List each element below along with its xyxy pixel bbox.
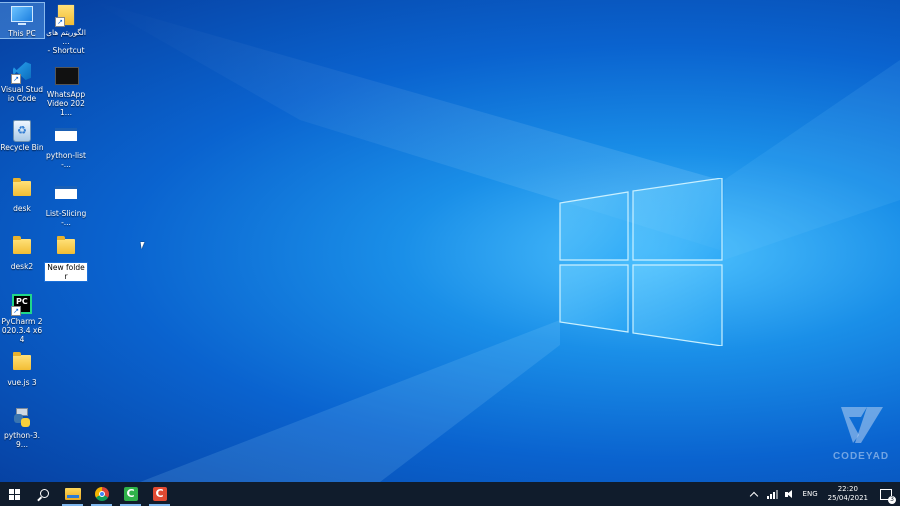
search-button[interactable] xyxy=(29,482,58,506)
chrome-icon xyxy=(94,487,109,501)
language-indicator[interactable]: ENG xyxy=(799,490,822,498)
shortcut-arrow-icon: ↗ xyxy=(55,17,65,27)
icon-label: PyCharm 2020.3.4 x64 xyxy=(1,317,43,344)
clock-time: 22:20 xyxy=(837,485,858,493)
network-icon[interactable] xyxy=(766,489,778,499)
desktop-icon-vuejs[interactable]: vue.js 3 xyxy=(0,350,44,387)
codeyad-watermark: CODEYAD xyxy=(830,405,892,462)
desktop-icon-this-pc[interactable]: This PC xyxy=(0,2,45,39)
icon-label: vue.js 3 xyxy=(7,378,37,387)
desktop-icon-python-installer[interactable]: python-3.9... xyxy=(0,406,44,449)
desktop-icon-python-list[interactable]: python-list-... xyxy=(44,122,88,169)
icon-label: This PC xyxy=(8,29,36,38)
taskbar-camtasia[interactable]: C xyxy=(116,482,145,506)
icon-label: desk2 xyxy=(10,262,34,271)
icon-label: desk xyxy=(13,204,31,213)
shortcut-arrow-icon: ↗ xyxy=(11,306,21,316)
file-explorer-icon xyxy=(64,488,81,500)
volume-icon[interactable] xyxy=(784,489,795,499)
desktop-icon-recycle-bin[interactable]: ♻ Recycle Bin xyxy=(0,118,44,152)
icon-label: WhatsApp Video 2021... xyxy=(46,90,86,117)
camtasia-recorder-icon: C xyxy=(152,487,167,501)
computer-icon xyxy=(11,6,33,25)
taskbar-camtasia-recorder[interactable]: C xyxy=(145,482,174,506)
taskbar-file-explorer[interactable] xyxy=(58,482,87,506)
chevron-up-icon[interactable] xyxy=(749,491,758,500)
camtasia-icon: C xyxy=(123,487,138,501)
desktop-icon-desk[interactable]: desk xyxy=(0,176,44,213)
start-button[interactable] xyxy=(0,482,29,506)
desktop-icon-desk2[interactable]: desk2 xyxy=(0,234,44,271)
desktop-icon-whatsapp-video[interactable]: WhatsApp Video 2021... xyxy=(44,64,88,117)
icon-label: Visual Studio Code xyxy=(1,85,43,103)
video-file-icon xyxy=(55,67,79,85)
clock[interactable]: 22:20 25/04/2021 xyxy=(822,485,874,503)
clock-date: 25/04/2021 xyxy=(827,494,868,502)
windows-wallpaper-logo xyxy=(559,178,723,346)
icon-label: python-list-... xyxy=(46,151,86,169)
mouse-cursor-icon xyxy=(140,242,146,249)
system-tray: ENG 22:20 25/04/2021 3 xyxy=(745,482,900,506)
desktop-icon-algorithms-shortcut[interactable]: ↗ الگوریتم های ... - Shortcut xyxy=(44,3,88,55)
desktop-icon-new-folder[interactable]: New folder xyxy=(44,234,88,282)
icon-label: Recycle Bin xyxy=(0,143,44,152)
wallpaper-light-beams xyxy=(90,0,900,482)
icon-label: List-Slicing-... xyxy=(45,209,87,227)
search-icon xyxy=(40,488,49,498)
zip-folder-icon xyxy=(13,236,31,254)
desktop-icon-vscode[interactable]: ↗ Visual Studio Code xyxy=(0,60,44,103)
notification-center-icon[interactable]: 3 xyxy=(880,488,896,504)
python-installer-icon xyxy=(12,408,32,428)
codeyad-logo-icon xyxy=(841,407,883,443)
recycle-bin-icon: ♻ xyxy=(13,120,31,142)
desktop-icon-pycharm[interactable]: PC ↗ PyCharm 2020.3.4 x64 xyxy=(0,292,44,344)
desktop[interactable]: This PC ↗ Visual Studio Code ♻ Recycle B… xyxy=(0,0,900,482)
taskbar-chrome[interactable] xyxy=(87,482,116,506)
image-file-icon xyxy=(55,128,77,141)
icon-label: python-3.9... xyxy=(3,431,41,449)
notification-count-badge: 3 xyxy=(888,495,896,504)
windows-start-icon xyxy=(9,488,20,500)
zip-folder-icon xyxy=(13,352,31,370)
rename-input[interactable]: New folder xyxy=(44,262,88,282)
taskbar: C C ENG 22:20 25/04/2021 3 xyxy=(0,482,900,506)
watermark-text: CODEYAD xyxy=(832,451,890,462)
folder-icon xyxy=(57,236,75,254)
icon-label: الگوریتم های ... - Shortcut xyxy=(46,28,86,55)
shortcut-arrow-icon: ↗ xyxy=(11,74,21,84)
zip-folder-icon xyxy=(13,178,31,196)
desktop-icon-list-slicing[interactable]: List-Slicing-... xyxy=(44,180,88,227)
image-file-icon xyxy=(55,186,77,199)
